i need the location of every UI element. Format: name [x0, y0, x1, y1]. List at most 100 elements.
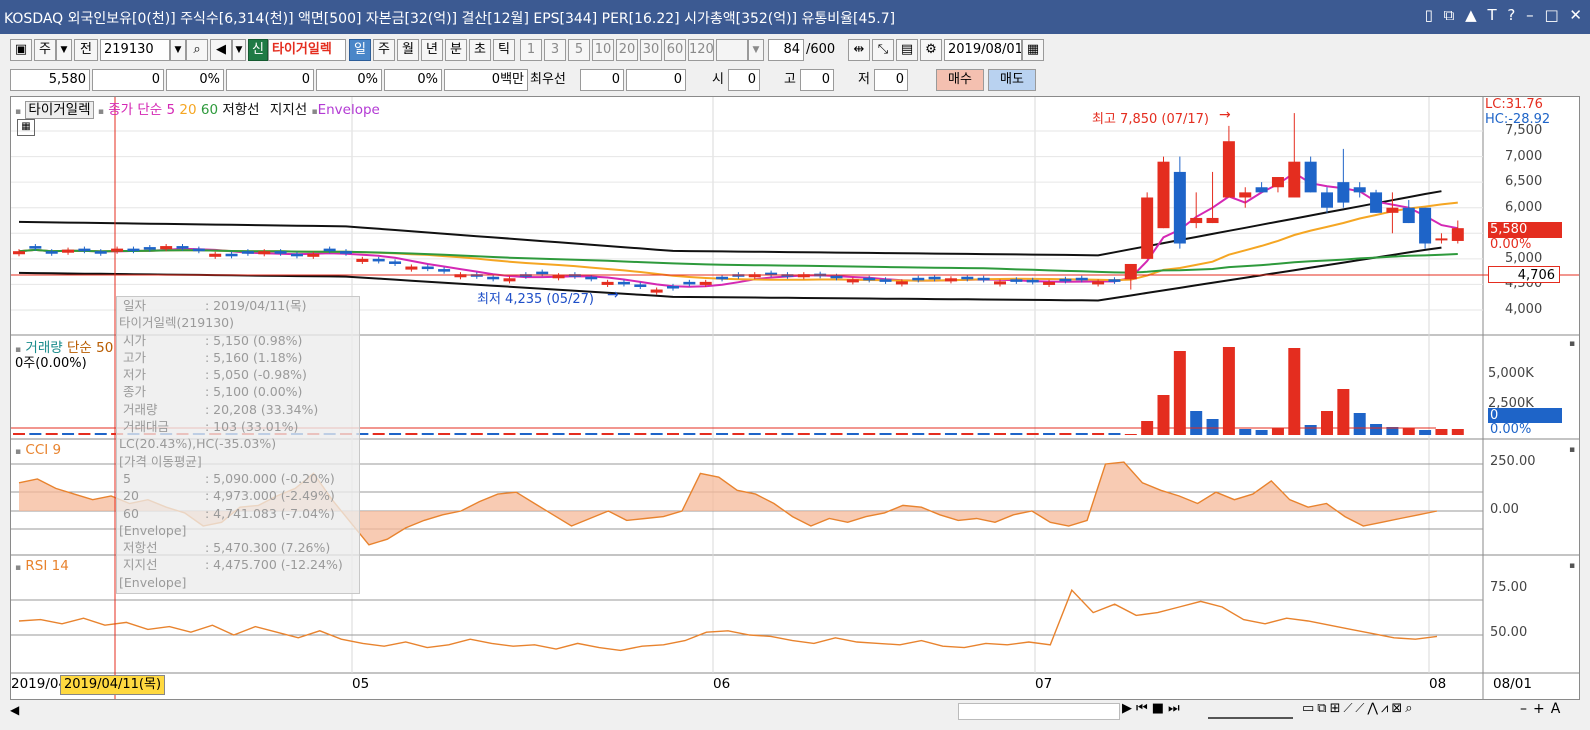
close-icon[interactable]: ✕ [1569, 6, 1582, 24]
candle-body [585, 276, 598, 280]
arrow-right-icon: → [607, 287, 619, 303]
period-tick-button[interactable]: 틱 [493, 39, 515, 61]
cci-title[interactable]: CCI 9 [25, 442, 61, 458]
zoom-buttons[interactable]: –+A [1520, 701, 1566, 717]
playback-controls[interactable]: ▶⏮■⏭ [1122, 701, 1184, 716]
stock-name-field[interactable]: 타이거일렉 [268, 39, 346, 61]
support-legend[interactable]: 지지선 [270, 102, 307, 118]
period-second-button[interactable]: 초 [469, 39, 491, 61]
period-day-button[interactable]: 일 [349, 39, 371, 61]
interval-20-button[interactable]: 20 [616, 39, 638, 61]
chart-settings-icon[interactable]: ▣ [10, 39, 32, 61]
tooltip-value: : 20,208 (33.34%) [205, 401, 319, 417]
envelope-legend[interactable]: Envelope [318, 102, 380, 118]
tooltip-value: : 5,160 (1.18%) [205, 349, 303, 365]
candle-body [1075, 277, 1088, 281]
tooltip-key: 60 [123, 505, 139, 521]
panel-close-icon[interactable]: ▪ [1569, 445, 1575, 455]
sell-button[interactable]: 매도 [988, 69, 1036, 91]
zoom-in-icon[interactable]: ⇹ [848, 39, 870, 61]
save-icon[interactable]: ▤ [896, 39, 918, 61]
scroll-left-icon[interactable]: ◀ [10, 703, 19, 717]
text-icon[interactable]: T [1487, 6, 1496, 24]
candle-body [1402, 207, 1415, 224]
panel-close-icon[interactable]: ▪ [1569, 339, 1575, 349]
stock-title-label[interactable]: 타이거일렉 [25, 101, 94, 119]
interval-60-button[interactable]: 60 [664, 39, 686, 61]
tooltip-row: [Envelope] [117, 522, 359, 539]
period-minute-button[interactable]: 분 [445, 39, 467, 61]
candle-body [716, 276, 729, 280]
interval-30-button[interactable]: 30 [640, 39, 662, 61]
handle-icon[interactable]: ▪ [15, 563, 21, 573]
custom-interval-input[interactable] [716, 39, 748, 61]
candle-body [1124, 263, 1137, 280]
tooltip-row: 저가: 5,050 (-0.98%) [117, 366, 359, 383]
volume-tick-3: 0.00% [1490, 422, 1532, 437]
lc-label: LC:31.76 [1485, 97, 1543, 112]
panel-close-icon[interactable]: ▪ [1569, 561, 1575, 571]
market-filter-button[interactable]: 전 [74, 39, 98, 61]
period-year-button[interactable]: 년 [421, 39, 443, 61]
tooltip-value: : 5,150 (0.98%) [205, 332, 303, 348]
ma20-legend[interactable]: 20 [179, 102, 196, 118]
chart-scrollbar[interactable]: ◀ ▶⏮■⏭ ▭⧉⊞⟋⟋⋀⩘⊠⌕ –+A [8, 700, 1582, 722]
stock-type-button[interactable]: 주 [34, 39, 56, 61]
speaker-icon[interactable]: ◀ [210, 39, 232, 61]
handle-icon[interactable]: ▪ [98, 107, 104, 117]
stock-code-input[interactable]: 219130 [100, 39, 170, 61]
zoom-slider[interactable] [1208, 703, 1293, 719]
interval-1-button[interactable]: 1 [520, 39, 542, 61]
gear-icon[interactable]: ⚙ [920, 39, 942, 61]
maximize-icon[interactable]: □ [1544, 6, 1558, 24]
volume-bar [1239, 429, 1252, 435]
interval-5-button[interactable]: 5 [568, 39, 590, 61]
candle-body [1451, 228, 1464, 241]
tooltip-value: 타이거일렉(219130) [119, 315, 234, 331]
handle-icon[interactable]: ▪ [15, 447, 21, 457]
handle-icon[interactable]: ▪ [15, 107, 21, 117]
speaker-dropdown-icon[interactable]: ▼ [232, 39, 246, 61]
pin-icon[interactable]: ▲ [1465, 6, 1477, 24]
buy-button[interactable]: 매수 [936, 69, 984, 91]
volume-bar [1321, 411, 1333, 435]
code-dropdown-icon[interactable]: ▼ [170, 39, 186, 61]
calendar-icon[interactable]: ▦ [1022, 39, 1044, 61]
ma60-legend[interactable]: 60 [201, 102, 218, 118]
drawing-tools[interactable]: ▭⧉⊞⟋⟋⋀⩘⊠⌕ [1302, 701, 1416, 716]
arrow-right-icon: → [1219, 107, 1231, 123]
help-icon[interactable]: ? [1507, 6, 1515, 24]
link-icon[interactable]: ▯ [1425, 6, 1433, 24]
interval-10-button[interactable]: 10 [592, 39, 614, 61]
tooltip-row: 시가: 5,150 (0.98%) [117, 332, 359, 349]
minimize-icon[interactable]: – [1526, 6, 1534, 24]
chevron-down-icon[interactable]: ▼ [56, 39, 72, 61]
price-tick: 6,500 [1505, 174, 1543, 190]
scroll-thumb[interactable] [958, 703, 1120, 720]
resistance-legend[interactable]: 저항선 [222, 102, 259, 118]
search-icon[interactable]: ⌕ [186, 39, 208, 61]
interval-120-button[interactable]: 120 [688, 39, 714, 61]
volume-ma-period[interactable]: 50 [96, 340, 113, 356]
date-input[interactable]: 2019/08/01 [944, 39, 1022, 61]
volume-bar [650, 433, 663, 435]
grid-toggle-icon[interactable]: ▦ [17, 119, 35, 136]
ma5-legend[interactable]: 종가 단순 5 [108, 102, 175, 118]
cci-tick-1: 250.00 [1490, 454, 1536, 469]
rsi-title[interactable]: RSI 14 [25, 558, 68, 574]
volume-bar [1402, 428, 1415, 435]
restore-icon[interactable]: ⧉ [1444, 6, 1455, 24]
tooltip-row: 고가: 5,160 (1.18%) [117, 349, 359, 366]
interval-dropdown-icon[interactable]: ▼ [748, 39, 764, 61]
interval-3-button[interactable]: 3 [544, 39, 566, 61]
tooltip-value: [Envelope] [119, 522, 187, 538]
tooltip-key: 저가 [123, 367, 147, 383]
tooltip-row: LC(20.43%),HC(-35.03%) [117, 435, 359, 452]
count-input[interactable]: 84 [768, 39, 804, 61]
period-week-button[interactable]: 주 [373, 39, 395, 61]
volume-bar [1010, 433, 1023, 435]
zoom-out-icon[interactable]: ⤡ [872, 39, 894, 61]
candle-body [1304, 161, 1317, 193]
period-month-button[interactable]: 월 [397, 39, 419, 61]
candle-body [1059, 278, 1072, 282]
